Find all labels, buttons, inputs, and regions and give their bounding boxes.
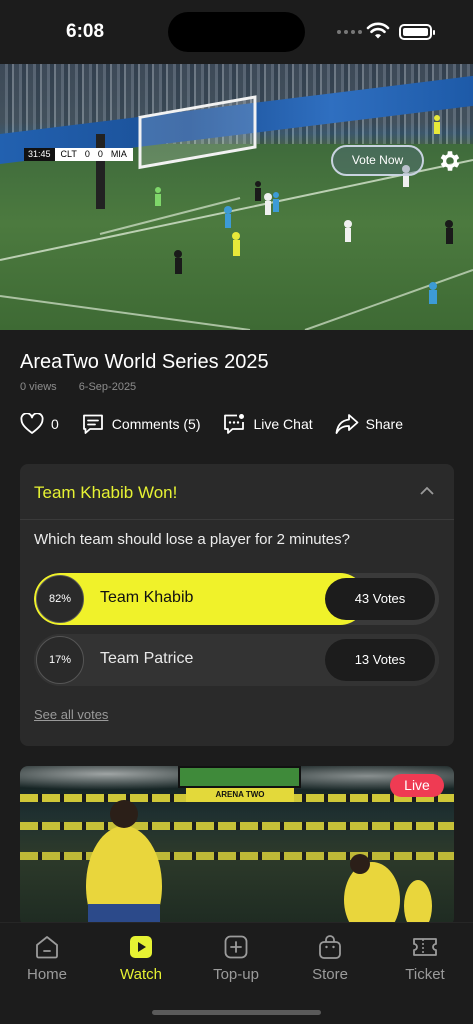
play-icon [130, 936, 152, 958]
see-all-votes-link[interactable]: See all votes [34, 707, 108, 722]
poll-card: Team Khabib Won! Which team should lose … [20, 464, 454, 746]
home-icon [36, 936, 58, 959]
bag-icon [319, 935, 341, 959]
poll-option-percent: 82% [36, 575, 84, 623]
stream-meta: 0 views 6-Sep-2025 [20, 381, 136, 393]
stream-title: AreaTwo World Series 2025 [20, 351, 269, 373]
nav-item-store[interactable]: Store [283, 933, 377, 983]
poll-header[interactable]: Team Khabib Won! [20, 464, 454, 520]
status-time: 6:08 [66, 21, 105, 42]
poll-option-percent: 17% [36, 636, 84, 684]
poll-option-team-patrice[interactable]: 17% Team Patrice 13 Votes [34, 634, 439, 686]
poll-option-name: Team Patrice [100, 650, 194, 667]
like-button[interactable]: 0 [20, 413, 59, 435]
stream-date: 6-Sep-2025 [78, 381, 137, 393]
away-team: MIA [110, 149, 127, 159]
poll-question: Which team should lose a player for 2 mi… [34, 531, 350, 548]
nav-label-ticket: Ticket [405, 966, 445, 983]
nav-item-ticket[interactable]: Ticket [378, 933, 472, 983]
nav-label-watch: Watch [120, 966, 162, 983]
battery-icon [399, 24, 435, 40]
comments-label: Comments (5) [111, 416, 201, 432]
away-score: 0 [97, 149, 103, 159]
comment-icon [82, 414, 103, 434]
action-row: 0 Comments (5) Live Chat Share [20, 412, 425, 436]
dynamic-island [168, 12, 305, 52]
vote-now-button[interactable]: Vote Now [331, 145, 424, 176]
home-indicator [152, 1010, 321, 1015]
chevron-up-icon[interactable] [420, 486, 434, 495]
cellular-signal-icon [337, 30, 362, 34]
share-button[interactable]: Share [335, 413, 403, 435]
nav-label-store: Store [312, 966, 348, 983]
live-chat-button[interactable]: Live Chat [222, 412, 313, 436]
poll-option-name: Team Khabib [100, 589, 194, 606]
view-count: 0 views [20, 381, 57, 393]
home-team: CLT [60, 149, 77, 159]
plus-square-icon [224, 935, 248, 959]
nav-item-top-up[interactable]: Top-up [189, 933, 283, 983]
nav-label-home: Home [26, 966, 67, 983]
gear-icon[interactable] [437, 148, 463, 174]
share-icon [335, 414, 359, 434]
live-chat-label: Live Chat [253, 416, 313, 432]
nav-item-watch[interactable]: Watch [94, 933, 188, 983]
poll-option-votes: 43 Votes [325, 578, 435, 620]
poll-option-team-khabib[interactable]: 82% Team Khabib 43 Votes [34, 573, 439, 625]
live-card-players [86, 800, 432, 926]
share-label: Share [365, 416, 403, 432]
status-bar: 6:08 [0, 0, 473, 64]
nav-item-home[interactable]: Home [0, 933, 94, 983]
bottom-nav: Home Watch Top-up Store Ticket [0, 922, 473, 1024]
ticket-icon [413, 938, 437, 956]
poll-result-title: Team Khabib Won! [34, 483, 178, 502]
video-pitch [0, 95, 473, 330]
home-score: 0 [84, 149, 90, 159]
heart-icon [20, 413, 44, 434]
nav-label-top-up: Top-up [213, 966, 259, 983]
poll-option-votes: 13 Votes [325, 639, 435, 681]
live-stream-card[interactable]: ARENA TWO Live [20, 766, 454, 926]
match-clock: 31:45 [24, 148, 55, 161]
live-chat-icon [224, 414, 245, 434]
scorebug: 31:45 CLT 0 0 MIA [24, 148, 133, 161]
wifi-icon [366, 22, 390, 39]
live-badge: Live [390, 774, 444, 797]
like-count: 0 [51, 416, 59, 432]
comments-button[interactable]: Comments (5) [81, 412, 201, 436]
video-player[interactable]: 31:45 CLT 0 0 MIA Vote Now [0, 64, 473, 330]
